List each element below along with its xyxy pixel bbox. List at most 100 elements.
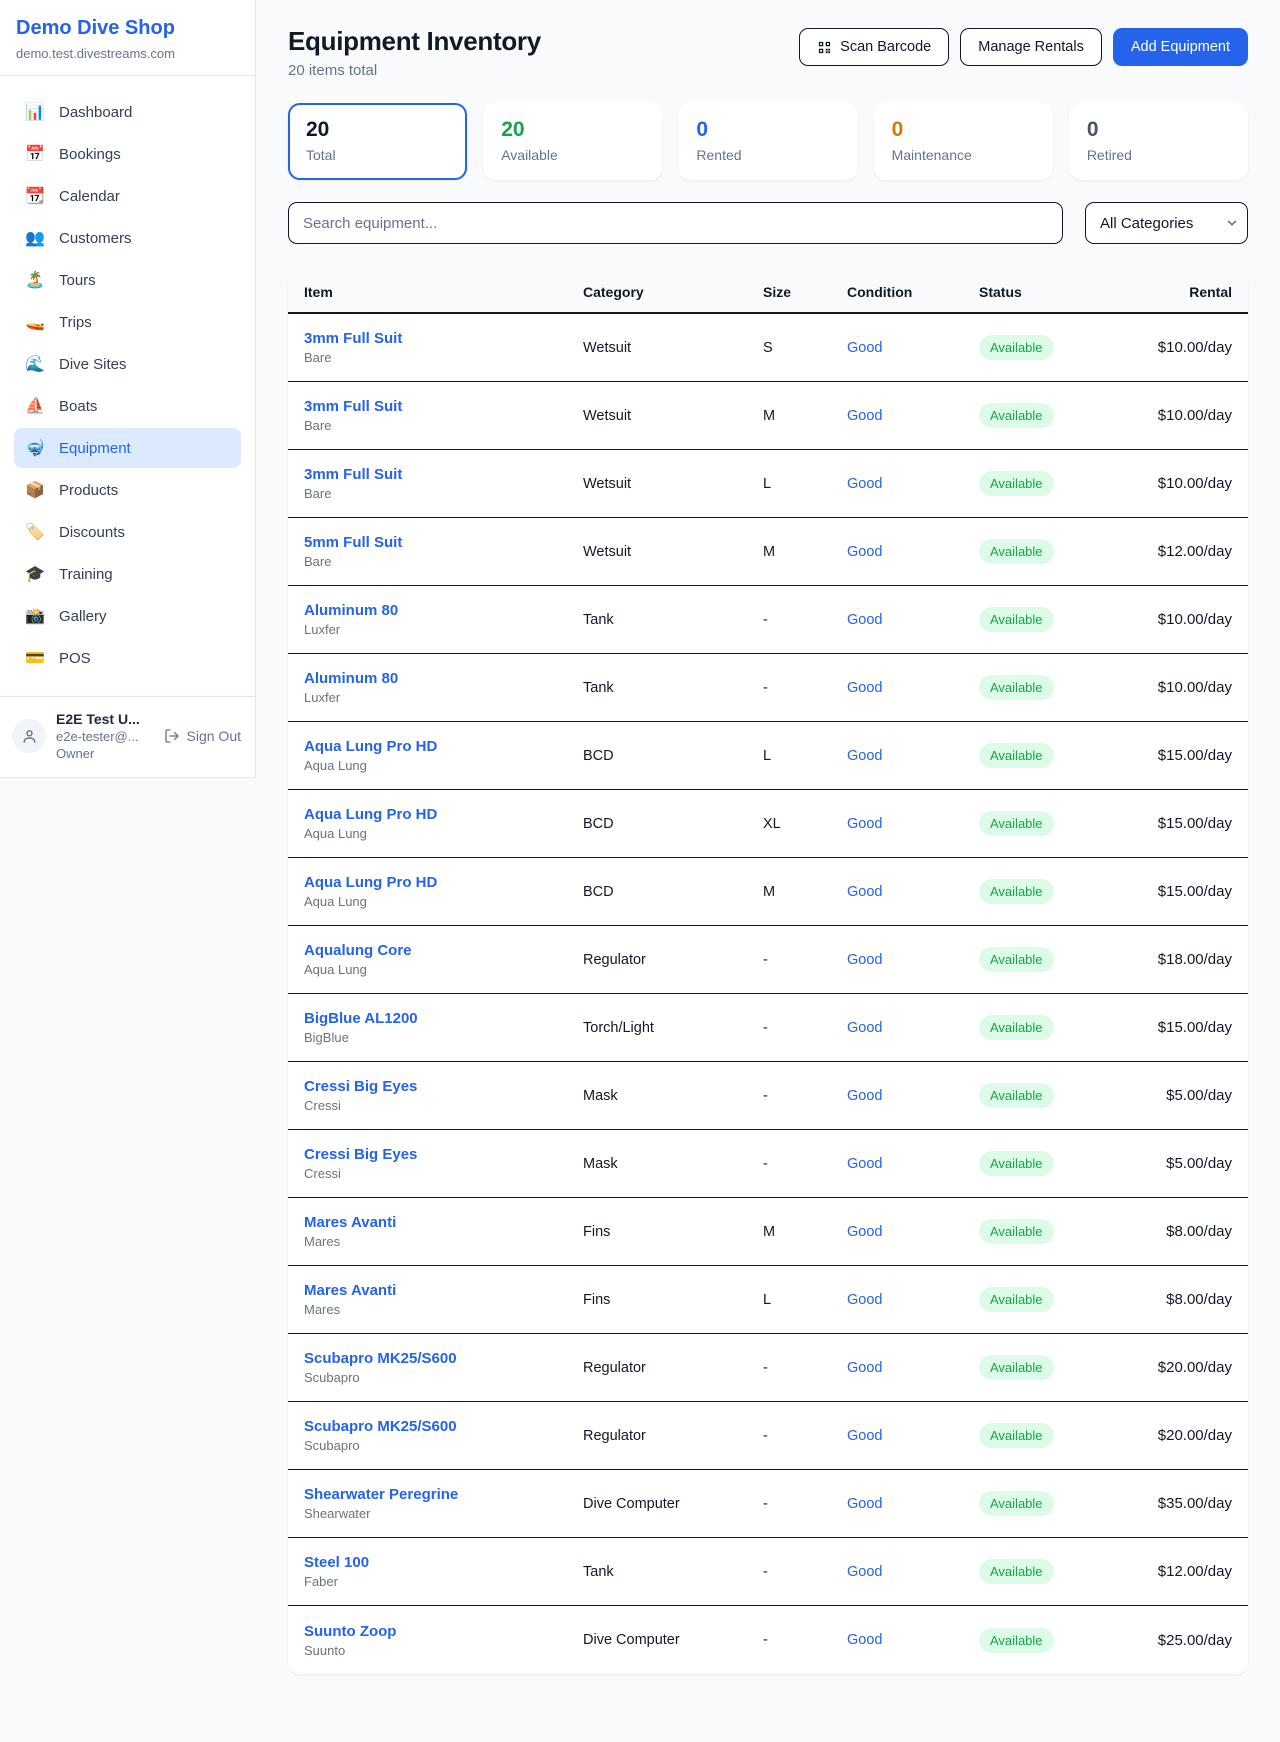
item-size: - bbox=[763, 612, 847, 628]
col-header-item: Item bbox=[304, 284, 583, 300]
item-size: - bbox=[763, 1020, 847, 1036]
item-condition[interactable]: Good bbox=[847, 612, 979, 628]
table-row[interactable]: 3mm Full Suit Bare Wetsuit L Good Availa… bbox=[288, 450, 1248, 518]
item-condition[interactable]: Good bbox=[847, 1496, 979, 1512]
stat-card-total[interactable]: 20 Total bbox=[288, 103, 467, 180]
item-link[interactable]: Mares Avanti bbox=[304, 1282, 583, 1299]
brand-domain: demo.test.divestreams.com bbox=[16, 46, 239, 61]
item-link[interactable]: 3mm Full Suit bbox=[304, 398, 583, 415]
stat-card-available[interactable]: 20 Available bbox=[483, 103, 662, 180]
sidebar-item-dashboard[interactable]: 📊 Dashboard bbox=[14, 92, 241, 132]
sidebar-item-customers[interactable]: 👥 Customers bbox=[14, 218, 241, 258]
item-link[interactable]: Steel 100 bbox=[304, 1554, 583, 1571]
table-row[interactable]: Suunto Zoop Suunto Dive Computer - Good … bbox=[288, 1606, 1248, 1674]
table-row[interactable]: 3mm Full Suit Bare Wetsuit M Good Availa… bbox=[288, 382, 1248, 450]
item-condition[interactable]: Good bbox=[847, 1428, 979, 1444]
sidebar-item-boats[interactable]: ⛵ Boats bbox=[14, 386, 241, 426]
table-row[interactable]: Shearwater Peregrine Shearwater Dive Com… bbox=[288, 1470, 1248, 1538]
table-row[interactable]: Aluminum 80 Luxfer Tank - Good Available… bbox=[288, 654, 1248, 722]
item-condition[interactable]: Good bbox=[847, 816, 979, 832]
table-row[interactable]: Scubapro MK25/S600 Scubapro Regulator - … bbox=[288, 1402, 1248, 1470]
item-condition[interactable]: Good bbox=[847, 952, 979, 968]
item-link[interactable]: Scubapro MK25/S600 bbox=[304, 1350, 583, 1367]
stat-card-rented[interactable]: 0 Rented bbox=[678, 103, 857, 180]
brand-link[interactable]: Demo Dive Shop bbox=[16, 17, 239, 40]
manage-rentals-button[interactable]: Manage Rentals bbox=[960, 28, 1102, 66]
sign-out-button[interactable]: Sign Out bbox=[162, 728, 243, 744]
table-row[interactable]: Cressi Big Eyes Cressi Mask - Good Avail… bbox=[288, 1062, 1248, 1130]
sidebar-item-pos[interactable]: 💳 POS bbox=[14, 638, 241, 678]
item-link[interactable]: Aqualung Core bbox=[304, 942, 583, 959]
item-link[interactable]: Aqua Lung Pro HD bbox=[304, 806, 583, 823]
item-link[interactable]: BigBlue AL1200 bbox=[304, 1010, 583, 1027]
item-link[interactable]: Cressi Big Eyes bbox=[304, 1078, 583, 1095]
scan-barcode-button[interactable]: Scan Barcode bbox=[799, 28, 949, 66]
table-row[interactable]: Aluminum 80 Luxfer Tank - Good Available… bbox=[288, 586, 1248, 654]
item-link[interactable]: 3mm Full Suit bbox=[304, 466, 583, 483]
table-row[interactable]: Scubapro MK25/S600 Scubapro Regulator - … bbox=[288, 1334, 1248, 1402]
item-size: - bbox=[763, 1496, 847, 1512]
search-input[interactable] bbox=[288, 202, 1063, 244]
item-brand: Cressi bbox=[304, 1098, 583, 1113]
item-condition[interactable]: Good bbox=[847, 1088, 979, 1104]
item-link[interactable]: Aqua Lung Pro HD bbox=[304, 738, 583, 755]
sidebar-item-discounts[interactable]: 🏷️ Discounts bbox=[14, 512, 241, 552]
item-link[interactable]: Scubapro MK25/S600 bbox=[304, 1418, 583, 1435]
table-row[interactable]: Aqua Lung Pro HD Aqua Lung BCD L Good Av… bbox=[288, 722, 1248, 790]
item-condition[interactable]: Good bbox=[847, 1156, 979, 1172]
table-row[interactable]: Mares Avanti Mares Fins L Good Available… bbox=[288, 1266, 1248, 1334]
sidebar-item-bookings[interactable]: 📅 Bookings bbox=[14, 134, 241, 174]
category-select[interactable]: All Categories bbox=[1085, 202, 1248, 244]
sidebar-item-trips[interactable]: 🚤 Trips bbox=[14, 302, 241, 342]
table-row[interactable]: Mares Avanti Mares Fins M Good Available… bbox=[288, 1198, 1248, 1266]
sidebar-item-label: Products bbox=[59, 482, 118, 499]
table-row[interactable]: BigBlue AL1200 BigBlue Torch/Light - Goo… bbox=[288, 994, 1248, 1062]
item-link[interactable]: Cressi Big Eyes bbox=[304, 1146, 583, 1163]
item-link[interactable]: Shearwater Peregrine bbox=[304, 1486, 583, 1503]
table-row[interactable]: 5mm Full Suit Bare Wetsuit M Good Availa… bbox=[288, 518, 1248, 586]
page-header: Equipment Inventory 20 items total Scan … bbox=[288, 26, 1248, 79]
item-link[interactable]: Mares Avanti bbox=[304, 1214, 583, 1231]
item-link[interactable]: Aluminum 80 bbox=[304, 670, 583, 687]
table-row[interactable]: Cressi Big Eyes Cressi Mask - Good Avail… bbox=[288, 1130, 1248, 1198]
item-brand: Aqua Lung bbox=[304, 758, 583, 773]
item-condition[interactable]: Good bbox=[847, 1360, 979, 1376]
table-row[interactable]: Steel 100 Faber Tank - Good Available $1… bbox=[288, 1538, 1248, 1606]
sidebar-item-calendar[interactable]: 📆 Calendar bbox=[14, 176, 241, 216]
item-category: Torch/Light bbox=[583, 1020, 763, 1036]
table-row[interactable]: Aqua Lung Pro HD Aqua Lung BCD XL Good A… bbox=[288, 790, 1248, 858]
item-condition[interactable]: Good bbox=[847, 1224, 979, 1240]
item-condition[interactable]: Good bbox=[847, 1020, 979, 1036]
table-row[interactable]: Aqua Lung Pro HD Aqua Lung BCD M Good Av… bbox=[288, 858, 1248, 926]
sidebar-item-products[interactable]: 📦 Products bbox=[14, 470, 241, 510]
item-condition[interactable]: Good bbox=[847, 1564, 979, 1580]
item-link[interactable]: Aluminum 80 bbox=[304, 602, 583, 619]
item-link[interactable]: 5mm Full Suit bbox=[304, 534, 583, 551]
item-condition[interactable]: Good bbox=[847, 1632, 979, 1648]
item-condition[interactable]: Good bbox=[847, 408, 979, 424]
table-row[interactable]: 3mm Full Suit Bare Wetsuit S Good Availa… bbox=[288, 314, 1248, 382]
item-link[interactable]: Aqua Lung Pro HD bbox=[304, 874, 583, 891]
item-condition[interactable]: Good bbox=[847, 340, 979, 356]
item-condition[interactable]: Good bbox=[847, 476, 979, 492]
item-condition[interactable]: Good bbox=[847, 748, 979, 764]
item-link[interactable]: 3mm Full Suit bbox=[304, 330, 583, 347]
camera-icon: 📸 bbox=[24, 606, 46, 626]
sidebar-item-equipment[interactable]: 🤿 Equipment bbox=[14, 428, 241, 468]
stat-card-maintenance[interactable]: 0 Maintenance bbox=[874, 103, 1053, 180]
sidebar-item-gallery[interactable]: 📸 Gallery bbox=[14, 596, 241, 636]
item-condition[interactable]: Good bbox=[847, 544, 979, 560]
item-condition[interactable]: Good bbox=[847, 680, 979, 696]
table-row[interactable]: Aqualung Core Aqua Lung Regulator - Good… bbox=[288, 926, 1248, 994]
sidebar-item-training[interactable]: 🎓 Training bbox=[14, 554, 241, 594]
stat-card-retired[interactable]: 0 Retired bbox=[1069, 103, 1248, 180]
item-size: M bbox=[763, 1224, 847, 1240]
barcode-scan-icon bbox=[817, 40, 832, 55]
add-equipment-button[interactable]: Add Equipment bbox=[1113, 28, 1248, 66]
status-badge: Available bbox=[979, 1559, 1054, 1584]
item-condition[interactable]: Good bbox=[847, 1292, 979, 1308]
sidebar-item-dive-sites[interactable]: 🌊 Dive Sites bbox=[14, 344, 241, 384]
item-condition[interactable]: Good bbox=[847, 884, 979, 900]
item-link[interactable]: Suunto Zoop bbox=[304, 1623, 583, 1640]
sidebar-item-tours[interactable]: 🏝️ Tours bbox=[14, 260, 241, 300]
